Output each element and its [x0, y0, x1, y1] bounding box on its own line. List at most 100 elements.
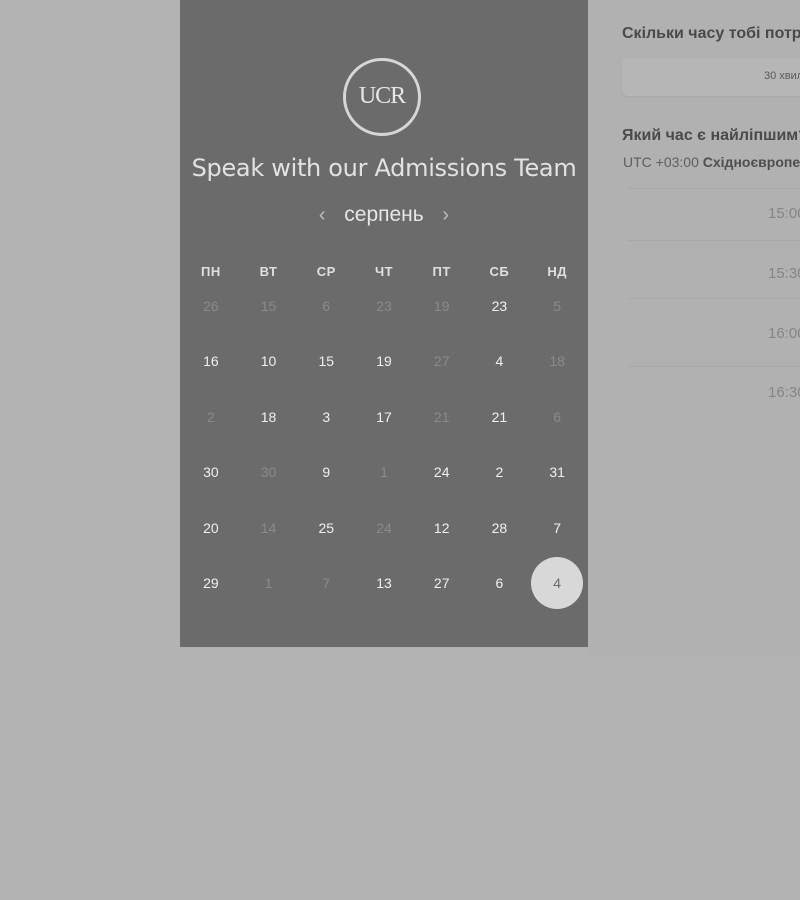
day-cell: 1: [240, 556, 298, 612]
slot-divider: [628, 366, 800, 367]
weekday-label: ПТ: [432, 264, 451, 279]
time-slot[interactable]: 16:00: [768, 325, 800, 342]
month-label: серпень: [344, 203, 424, 226]
time-question: Який час є найліпшим?: [622, 127, 800, 144]
day-number: 19: [433, 297, 450, 314]
day-cell[interactable]: 30: [182, 445, 240, 501]
day-number: 19: [376, 353, 392, 370]
day-number: 12: [433, 519, 450, 536]
day-number: 24: [433, 464, 450, 481]
day-number: 23: [376, 297, 392, 314]
day-number: 1: [380, 464, 388, 481]
day-number: 18: [549, 353, 565, 370]
day-cell[interactable]: 15: [297, 334, 355, 390]
day-cell: 7: [297, 556, 355, 612]
page: UCR Speak with our Admissions Team ‹ сер…: [0, 0, 800, 900]
day-cell: 6: [528, 389, 586, 445]
weekday-label: ПН: [200, 264, 221, 279]
day-cell[interactable]: 7: [528, 500, 586, 556]
day-cell[interactable]: 2: [471, 445, 529, 501]
day-number: 30: [260, 464, 277, 481]
day-cell[interactable]: 28: [471, 500, 529, 556]
day-number: 30: [203, 464, 219, 481]
day-number: 15: [260, 297, 277, 314]
day-number: 2: [206, 408, 215, 425]
duration-select[interactable]: 30 хвилин: [622, 58, 800, 96]
weekday-label: ВТ: [259, 264, 278, 279]
slot-divider: [628, 298, 800, 299]
time-slot[interactable]: 15:30: [768, 265, 800, 282]
day-number: 4: [531, 557, 584, 610]
weekday-label: ЧТ: [374, 264, 394, 279]
calendar-panel: UCR Speak with our Admissions Team ‹ сер…: [180, 0, 588, 647]
day-number: 7: [322, 575, 331, 592]
day-cell[interactable]: 17: [355, 389, 413, 445]
day-cell[interactable]: 10: [240, 334, 298, 390]
day-cell[interactable]: 20: [182, 500, 240, 556]
day-number: 4: [495, 353, 504, 370]
timezone-selector[interactable]: UTC +03:00 Східноєвропейський час: [623, 154, 800, 170]
day-cell[interactable]: 9: [297, 445, 355, 501]
day-number: 28: [491, 519, 508, 536]
day-number: 27: [433, 575, 450, 592]
day-cell[interactable]: 21: [471, 389, 529, 445]
day-number: 27: [433, 353, 450, 370]
selected-day-cell[interactable]: 4: [528, 556, 586, 612]
day-cell: 2: [182, 389, 240, 445]
logo-text: UCR: [358, 83, 406, 109]
day-number: 20: [203, 519, 219, 536]
slot-divider: [628, 188, 800, 189]
prev-month-icon[interactable]: ‹: [314, 205, 330, 225]
day-number: 7: [553, 519, 562, 536]
day-cell[interactable]: 27: [413, 556, 471, 612]
day-cell[interactable]: 6: [471, 556, 529, 612]
day-number: 6: [495, 575, 504, 592]
duration-question: Скільки часу тобі потрібно?: [622, 25, 800, 42]
weekday-label: СБ: [489, 264, 510, 279]
day-number: 5: [553, 297, 562, 314]
day-cell[interactable]: 31: [528, 445, 586, 501]
day-cell[interactable]: 3: [297, 389, 355, 445]
slot-divider: [628, 240, 800, 241]
day-number: 3: [322, 408, 331, 425]
time-slot[interactable]: 16:30: [768, 384, 800, 401]
day-number: 9: [322, 464, 331, 481]
day-cell[interactable]: 19: [355, 334, 413, 390]
day-number: 17: [376, 408, 392, 425]
timezone-offset: UTC +03:00: [623, 154, 699, 170]
day-cell[interactable]: 16: [182, 334, 240, 390]
ucr-logo: UCR: [343, 58, 421, 136]
day-number: 31: [549, 464, 565, 481]
day-number: 15: [318, 353, 335, 370]
calendar-days-grid: 26 15 6 23 19 23 5 16 10 15 19 27 4 18 2 18 3 17 21 21 6 30 30…: [180, 278, 588, 611]
day-cell: 15: [240, 278, 298, 334]
day-cell: 24: [355, 500, 413, 556]
day-cell: 6: [297, 278, 355, 334]
day-cell[interactable]: 23: [471, 278, 529, 334]
month-navigation: ‹ серпень ›: [180, 203, 588, 227]
next-month-icon[interactable]: ›: [438, 205, 454, 225]
day-cell: 18: [528, 334, 586, 390]
day-cell: 27: [413, 334, 471, 390]
day-number: 18: [260, 408, 277, 425]
day-number: 23: [491, 297, 508, 314]
day-cell: 14: [240, 500, 298, 556]
day-number: 6: [322, 297, 331, 314]
day-cell[interactable]: 25: [297, 500, 355, 556]
day-cell[interactable]: 24: [413, 445, 471, 501]
panel-title: Speak with our Admissions Team: [191, 154, 577, 182]
time-slot[interactable]: 15:00: [768, 205, 800, 222]
day-cell: 23: [355, 278, 413, 334]
day-cell[interactable]: 12: [413, 500, 471, 556]
day-cell: 5: [528, 278, 586, 334]
day-number: 10: [260, 353, 277, 370]
day-cell[interactable]: 13: [355, 556, 413, 612]
day-cell[interactable]: 4: [471, 334, 529, 390]
day-number: 6: [553, 408, 562, 425]
day-cell[interactable]: 29: [182, 556, 240, 612]
day-cell: 1: [355, 445, 413, 501]
day-cell[interactable]: 18: [240, 389, 298, 445]
duration-value: 30 хвилин: [764, 70, 800, 82]
day-number: 13: [376, 575, 392, 592]
day-number: 26: [203, 297, 219, 314]
